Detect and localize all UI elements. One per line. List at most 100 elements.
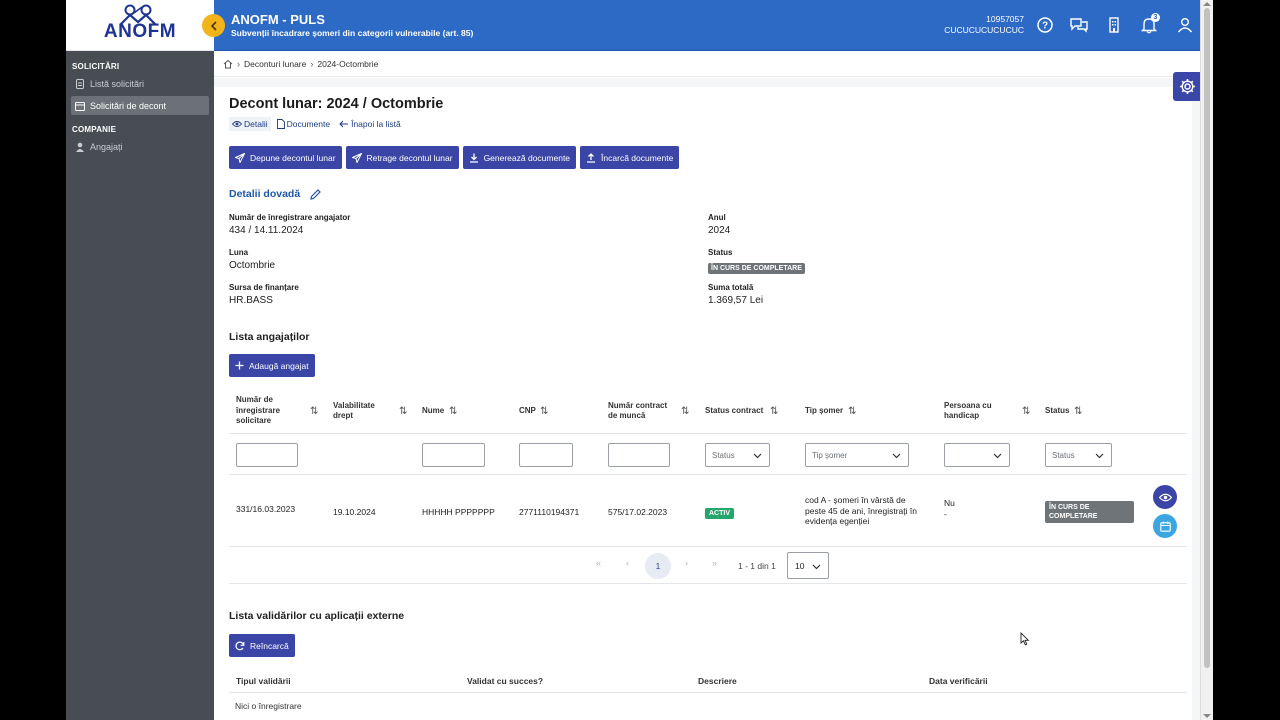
column-header-cnp[interactable]: CNP — [519, 388, 536, 434]
settings-button[interactable] — [1173, 72, 1200, 101]
chevron-down-icon — [753, 453, 762, 459]
status-badge: ÎN CURS DE COMPLETARE — [1045, 501, 1134, 523]
sort-icon[interactable]: ⇅ — [449, 406, 457, 417]
filter-handicap-select[interactable] — [944, 443, 1010, 467]
logo[interactable]: ANOFM — [66, 0, 214, 51]
filter-nr-input[interactable] — [236, 443, 298, 467]
column-header-status[interactable]: Status — [1045, 388, 1069, 434]
generate-documents-button[interactable]: Generează documente — [462, 146, 577, 169]
top-header: ANOFM - PULS Subvenții încadrare șomeri … — [202, 0, 1200, 51]
upload-icon — [587, 152, 596, 163]
cell-status: ÎN CURS DE COMPLETARE — [1045, 501, 1134, 523]
scrollbar-thumb[interactable] — [1204, 8, 1210, 668]
filter-contract-input[interactable] — [608, 443, 670, 467]
filter-status-select[interactable]: Status — [1045, 443, 1112, 467]
sort-icon[interactable]: ⇅ — [399, 406, 407, 417]
breadcrumb-item[interactable]: Deconturi lunare — [244, 59, 306, 69]
calendar-button[interactable] — [1153, 514, 1177, 538]
download-icon — [469, 153, 478, 163]
first-page-icon[interactable]: « — [596, 558, 601, 568]
sort-icon[interactable]: ⇅ — [1022, 406, 1030, 417]
column-header-handicap[interactable]: Persoana cu handicap — [944, 388, 1010, 434]
column-header-valabilitate[interactable]: Valabilitate drept — [333, 388, 391, 434]
table-header-row: Tipul validării Validat cu succes? Descr… — [229, 669, 1187, 693]
prev-page-icon[interactable]: ‹ — [626, 558, 629, 568]
reload-button[interactable]: Reîncarcă — [229, 634, 295, 657]
column-header-nume[interactable]: Nume — [422, 388, 444, 434]
view-employee-button[interactable] — [1153, 485, 1177, 509]
field-label: Anul — [708, 213, 726, 222]
field-value: 1.369,57 Lei — [708, 295, 764, 306]
select-placeholder: Status — [1052, 450, 1075, 460]
column-header-tip-somer[interactable]: Tip șomer — [805, 388, 843, 434]
cell-nume: HHHHH PPPPPPP — [422, 507, 495, 517]
pagination-info: 1 - 1 din 1 — [738, 561, 776, 571]
button-label: Generează documente — [483, 152, 571, 163]
upload-documents-button[interactable]: Încarcă documente — [580, 146, 680, 169]
sidebar-item-label: Listă solicitări — [90, 78, 145, 89]
scroll-down-arrow-icon[interactable] — [1203, 714, 1211, 718]
filter-nume-input[interactable] — [422, 443, 485, 467]
gear-icon — [1180, 79, 1195, 94]
plus-icon — [235, 361, 244, 370]
field-value: Octombrie — [229, 260, 276, 271]
building-icon[interactable] — [1105, 16, 1123, 34]
sort-icon[interactable]: ⇅ — [1074, 406, 1082, 417]
button-label: Depune decontul lunar — [250, 152, 336, 163]
column-header-descriere: Descriere — [698, 676, 737, 686]
vertical-scrollbar[interactable] — [1200, 0, 1213, 720]
send-icon — [235, 152, 245, 163]
collapse-sidebar-button[interactable] — [202, 14, 225, 37]
sidebar-item-angajati[interactable]: Angajați — [71, 137, 209, 156]
action-toolbar: Depune decontul lunar Retrage decontul l… — [229, 146, 680, 169]
field-label: Sursa de finanțare — [229, 283, 299, 292]
sidebar-section-solicitari: SOLICITĂRI — [72, 62, 120, 71]
next-page-icon[interactable]: › — [685, 558, 688, 568]
filter-status-contract-select[interactable]: Status — [705, 443, 770, 467]
last-page-icon[interactable]: » — [712, 558, 717, 568]
tab-detalii[interactable]: Detalii — [229, 117, 271, 131]
column-header-nr[interactable]: Număr de înregistrare solicitare — [236, 388, 294, 434]
withdraw-statement-button[interactable]: Retrage decontul lunar — [345, 146, 459, 169]
page-number-current[interactable]: 1 — [645, 553, 671, 579]
select-placeholder: Status — [712, 450, 735, 460]
refresh-icon — [235, 641, 245, 650]
help-icon[interactable]: ? — [1036, 16, 1054, 34]
eye-icon — [232, 121, 242, 127]
sidebar-item-lista-solicitari[interactable]: Listă solicitări — [71, 74, 209, 93]
back-to-list-link[interactable]: Înapoi la listă — [336, 117, 404, 131]
filter-cnp-input[interactable] — [519, 443, 573, 467]
sort-icon[interactable]: ⇅ — [310, 406, 318, 417]
sort-icon[interactable]: ⇅ — [848, 406, 856, 417]
sidebar-item-solicitari-decont[interactable]: Solicitări de decont — [71, 96, 209, 115]
column-header-contract[interactable]: Număr contract de muncă — [608, 388, 678, 434]
user-icon[interactable] — [1176, 16, 1194, 34]
details-title: Detalii dovadă — [229, 188, 322, 200]
notifications-button[interactable]: 3 — [1140, 13, 1160, 34]
button-label: Retrage decontul lunar — [366, 152, 453, 163]
submit-statement-button[interactable]: Depune decontul lunar — [229, 146, 342, 169]
chat-icon[interactable] — [1069, 16, 1089, 34]
add-employee-button[interactable]: Adaugă angajat — [229, 354, 315, 377]
filter-tip-somer-select[interactable]: Tip șomer — [805, 443, 909, 467]
edit-icon[interactable] — [310, 188, 322, 200]
tab-documente[interactable]: Documente — [274, 117, 333, 131]
sidebar: ANOFM SOLICITĂRI Listă solicitări Solici… — [66, 0, 214, 720]
user-info[interactable]: 10957057 CUCUCUCUCUCUC — [944, 14, 1024, 36]
employees-section-title: Lista angajaților — [229, 331, 310, 343]
table-row: 331/16.03.2023 19.10.2024 HHHHH PPPPPPP … — [229, 476, 1187, 547]
eye-icon — [1158, 493, 1172, 501]
sort-icon[interactable]: ⇅ — [681, 406, 689, 417]
home-icon[interactable] — [223, 59, 233, 69]
chevron-right-icon: › — [310, 59, 314, 69]
handicap-value: Nu — [944, 498, 955, 508]
scroll-up-arrow-icon[interactable] — [1203, 2, 1211, 6]
field-label: Status — [708, 248, 733, 257]
tab-label: Înapoi la listă — [351, 119, 401, 129]
cell-tip-somer: cod A - șomeri în vârstă de peste 45 de … — [805, 495, 917, 526]
sort-icon[interactable]: ⇅ — [540, 406, 548, 417]
column-header-status-contract[interactable]: Status contract — [705, 388, 763, 434]
page-size-select[interactable]: 10 — [787, 552, 829, 579]
chevron-left-icon — [210, 20, 217, 31]
sort-icon[interactable]: ⇅ — [770, 406, 778, 417]
